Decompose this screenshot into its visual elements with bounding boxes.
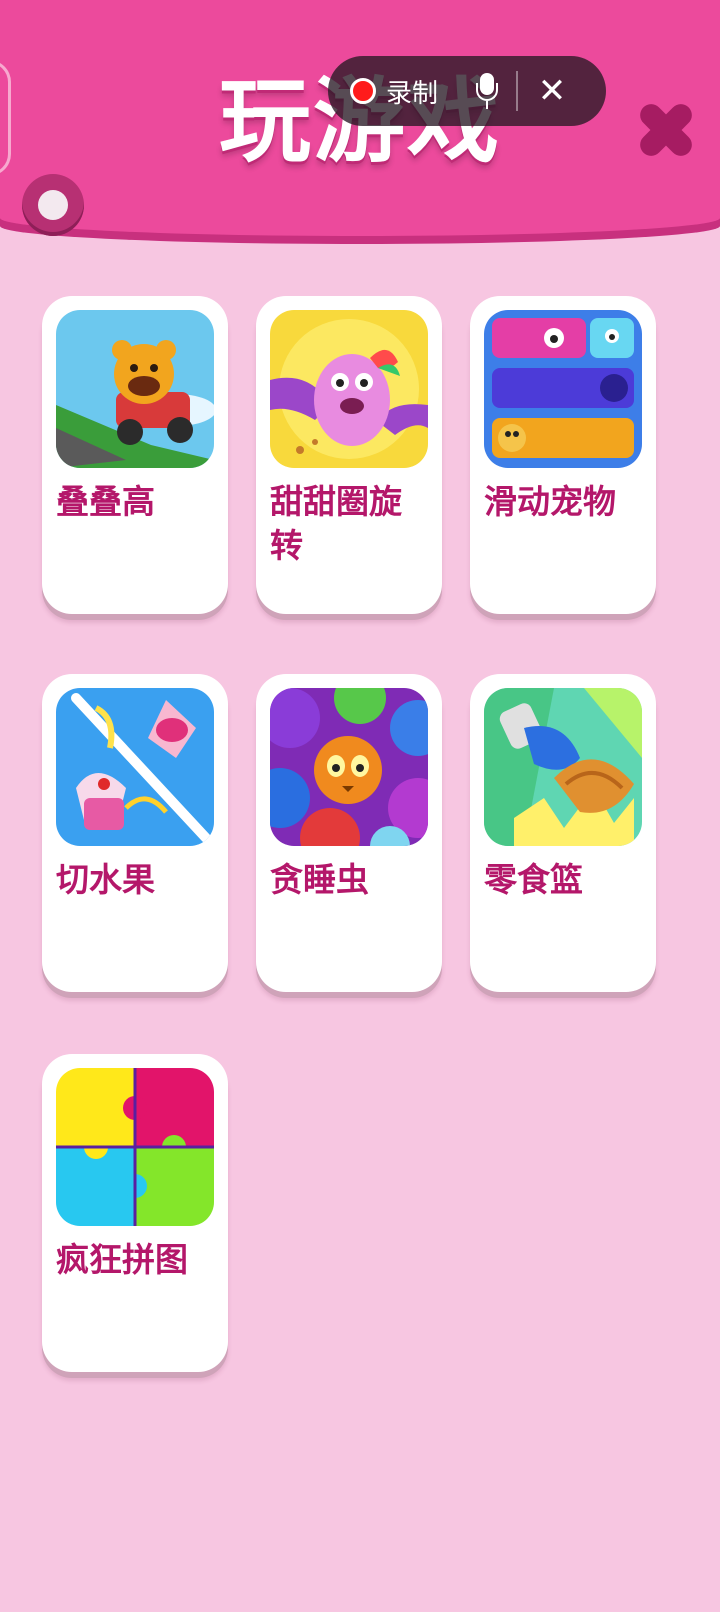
go-kart-bear-icon: [56, 310, 214, 468]
donut-unicorn-icon: [270, 310, 428, 468]
toggle-knob-icon[interactable]: [22, 174, 84, 236]
cut-fruit-icon: [56, 688, 214, 846]
game-label: 叠叠高: [56, 482, 155, 521]
sleepy-bugs-icon: [270, 688, 428, 846]
game-card-sliding-pets[interactable]: 滑动宠物: [470, 296, 656, 614]
game-card-crazy-jigsaw[interactable]: 疯狂拼图: [42, 1054, 228, 1372]
game-label: 疯狂拼图: [56, 1240, 188, 1279]
game-card-snack-basket[interactable]: 零食篮: [470, 674, 656, 992]
sliding-pets-icon: [484, 310, 642, 468]
game-label: 零食篮: [484, 860, 583, 899]
screen-recording-bar: 录制 ✕: [328, 56, 606, 126]
close-icon[interactable]: [628, 92, 704, 168]
snack-basket-icon: [484, 688, 642, 846]
jigsaw-puzzle-icon: [56, 1068, 214, 1226]
microphone-icon[interactable]: [476, 71, 499, 111]
game-label: 贪睡虫: [270, 860, 369, 899]
game-card-sleepy-bugs[interactable]: 贪睡虫: [256, 674, 442, 992]
game-card-donut-spin[interactable]: 甜甜圈旋转: [256, 296, 442, 614]
game-label: 滑动宠物: [484, 482, 616, 521]
divider: [516, 71, 519, 111]
recording-close-icon[interactable]: ✕: [534, 74, 570, 108]
game-label: 甜甜圈旋转: [270, 482, 402, 565]
game-card-stack-high[interactable]: 叠叠高: [42, 296, 228, 614]
game-card-cut-fruit[interactable]: 切水果: [42, 674, 228, 992]
record-label[interactable]: 录制: [386, 73, 438, 110]
record-dot-icon[interactable]: [350, 78, 376, 104]
game-label: 切水果: [56, 860, 155, 899]
